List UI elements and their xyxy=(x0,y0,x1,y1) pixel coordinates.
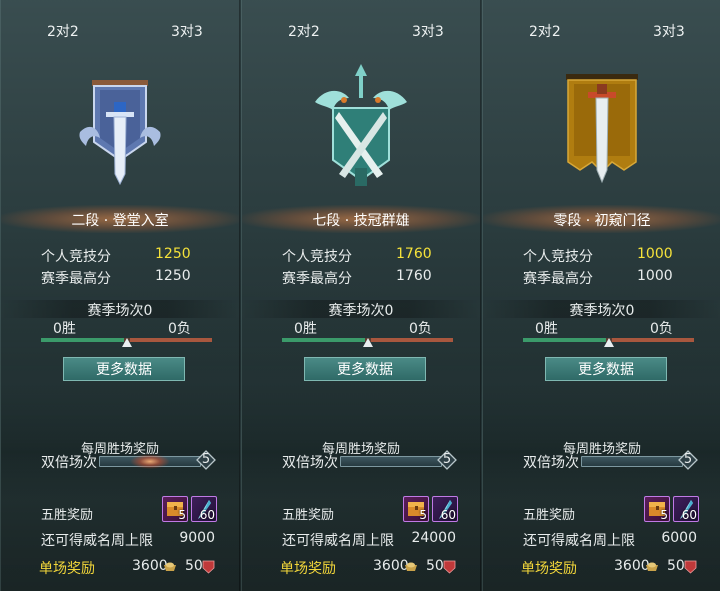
season-high-value: 1000 xyxy=(637,268,673,284)
wins-count: 0胜 xyxy=(53,321,76,337)
tab-3v3[interactable]: 3对3 xyxy=(412,21,444,41)
arena-rank-screen: 2对2 3对3 二段 · 登堂入室 个人竞技分 1250 赛季最高分 1250 … xyxy=(0,0,720,591)
more-data-button[interactable]: 更多数据 xyxy=(545,357,667,381)
rank-name: 零段 · 初窥门径 xyxy=(553,213,651,229)
red-shield-badge-icon xyxy=(202,560,215,574)
single-reward-label: 单场奖励 xyxy=(280,561,336,577)
season-high-value: 1760 xyxy=(396,268,432,284)
double-matches-bar xyxy=(99,454,201,469)
season-matches: 赛季场次0 xyxy=(569,303,635,319)
losses-count: 0负 xyxy=(168,321,191,337)
reward-chest-item[interactable]: 5 xyxy=(644,496,670,522)
double-count-value: 5 xyxy=(683,452,693,467)
gem-count: 60 xyxy=(199,508,215,522)
chest-count: 5 xyxy=(419,508,427,522)
season-high-value: 1250 xyxy=(155,268,191,284)
double-matches-bar xyxy=(581,456,683,467)
rank-panel-3: 2对2 3对3 零段 · 初窥门径 个人竞技分 1000 赛季最高分 1000 … xyxy=(482,0,720,591)
season-high-label: 赛季最高分 xyxy=(282,271,352,287)
win-ratio-marker xyxy=(604,338,614,347)
personal-score-value: 1250 xyxy=(155,246,191,262)
win-bar-fill xyxy=(523,338,606,342)
single-reward-label: 单场奖励 xyxy=(39,561,95,577)
wins-count: 0胜 xyxy=(294,321,317,337)
double-matches-label: 双倍场次 xyxy=(523,455,579,471)
reward-chest-item[interactable]: 5 xyxy=(403,496,429,522)
weekly-cap-value: 9000 xyxy=(179,530,215,546)
season-high-label: 赛季最高分 xyxy=(523,271,593,287)
reward-gem-item[interactable]: 60 xyxy=(432,496,458,522)
personal-score-label: 个人竞技分 xyxy=(523,249,593,265)
single-badge-value: 50 xyxy=(426,558,444,574)
personal-score-label: 个人竞技分 xyxy=(41,249,111,265)
win-ratio-marker xyxy=(363,338,373,347)
mode-tabs: 2对2 3对3 xyxy=(242,0,480,44)
losses-count: 0负 xyxy=(409,321,432,337)
gem-count: 60 xyxy=(440,508,456,522)
single-badge-value: 50 xyxy=(185,558,203,574)
win-bar-fill xyxy=(282,338,365,342)
win-bar-fill xyxy=(41,338,124,342)
red-shield-badge-icon xyxy=(684,560,697,574)
tab-2v2[interactable]: 2对2 xyxy=(529,21,561,41)
coin-ingot-icon xyxy=(164,562,176,571)
bar-glow-effect xyxy=(130,454,170,469)
double-count-value: 5 xyxy=(201,452,211,467)
rank-panel-2: 2对2 3对3 七段 · 技冠群雄 个人竞技分 1760 赛季最高分 1760 … xyxy=(241,0,481,591)
personal-score-value: 1000 xyxy=(637,246,673,262)
personal-score-value: 1760 xyxy=(396,246,432,262)
weekly-cap-label: 还可得威名周上限 xyxy=(523,533,635,549)
double-count-badge: 5 xyxy=(196,450,216,470)
reward-gem-item[interactable]: 60 xyxy=(673,496,699,522)
reward-chest-item[interactable]: 5 xyxy=(162,496,188,522)
tab-3v3[interactable]: 3对3 xyxy=(653,21,685,41)
gem-count: 60 xyxy=(681,508,697,522)
five-win-label: 五胜奖励 xyxy=(523,508,576,523)
rank-name: 七段 · 技冠群雄 xyxy=(312,213,410,229)
coin-ingot-icon xyxy=(646,562,658,571)
rank-panel-1: 2对2 3对3 二段 · 登堂入室 个人竞技分 1250 赛季最高分 1250 … xyxy=(0,0,240,591)
crossed-swords-crest-emblem-icon xyxy=(315,64,407,186)
losses-count: 0负 xyxy=(650,321,673,337)
five-win-label: 五胜奖励 xyxy=(41,508,94,523)
more-data-button[interactable]: 更多数据 xyxy=(304,357,426,381)
more-data-button[interactable]: 更多数据 xyxy=(63,357,185,381)
double-matches-label: 双倍场次 xyxy=(282,455,338,471)
double-count-value: 5 xyxy=(442,452,452,467)
mode-tabs: 2对2 3对3 xyxy=(483,0,720,44)
loss-bar-fill xyxy=(371,338,453,342)
single-badge-value: 50 xyxy=(667,558,685,574)
season-matches: 赛季场次0 xyxy=(87,303,153,319)
double-count-badge: 5 xyxy=(437,450,457,470)
weekly-cap-value: 6000 xyxy=(661,530,697,546)
loss-bar-fill xyxy=(130,338,212,342)
weekly-cap-label: 还可得威名周上限 xyxy=(282,533,394,549)
reward-gem-item[interactable]: 60 xyxy=(191,496,217,522)
double-matches-bar xyxy=(340,456,442,467)
single-reward-label: 单场奖励 xyxy=(521,561,577,577)
coin-ingot-icon xyxy=(405,562,417,571)
tab-3v3[interactable]: 3对3 xyxy=(171,21,203,41)
wins-count: 0胜 xyxy=(535,321,558,337)
gold-banner-sword-emblem-icon xyxy=(566,74,638,184)
chest-count: 5 xyxy=(660,508,668,522)
weekly-cap-value: 24000 xyxy=(411,530,456,546)
five-win-label: 五胜奖励 xyxy=(282,508,335,523)
personal-score-label: 个人竞技分 xyxy=(282,249,352,265)
loss-bar-fill xyxy=(612,338,694,342)
mode-tabs: 2对2 3对3 xyxy=(1,0,239,44)
rank-name: 二段 · 登堂入室 xyxy=(71,213,169,229)
tab-2v2[interactable]: 2对2 xyxy=(288,21,320,41)
red-shield-badge-icon xyxy=(443,560,456,574)
win-ratio-marker xyxy=(122,338,132,347)
tab-2v2[interactable]: 2对2 xyxy=(47,21,79,41)
season-high-label: 赛季最高分 xyxy=(41,271,111,287)
double-matches-label: 双倍场次 xyxy=(41,455,97,471)
chest-count: 5 xyxy=(178,508,186,522)
weekly-cap-label: 还可得威名周上限 xyxy=(41,533,153,549)
season-matches: 赛季场次0 xyxy=(328,303,394,319)
blue-banner-sword-emblem-icon xyxy=(79,80,161,186)
double-count-badge: 5 xyxy=(678,450,698,470)
